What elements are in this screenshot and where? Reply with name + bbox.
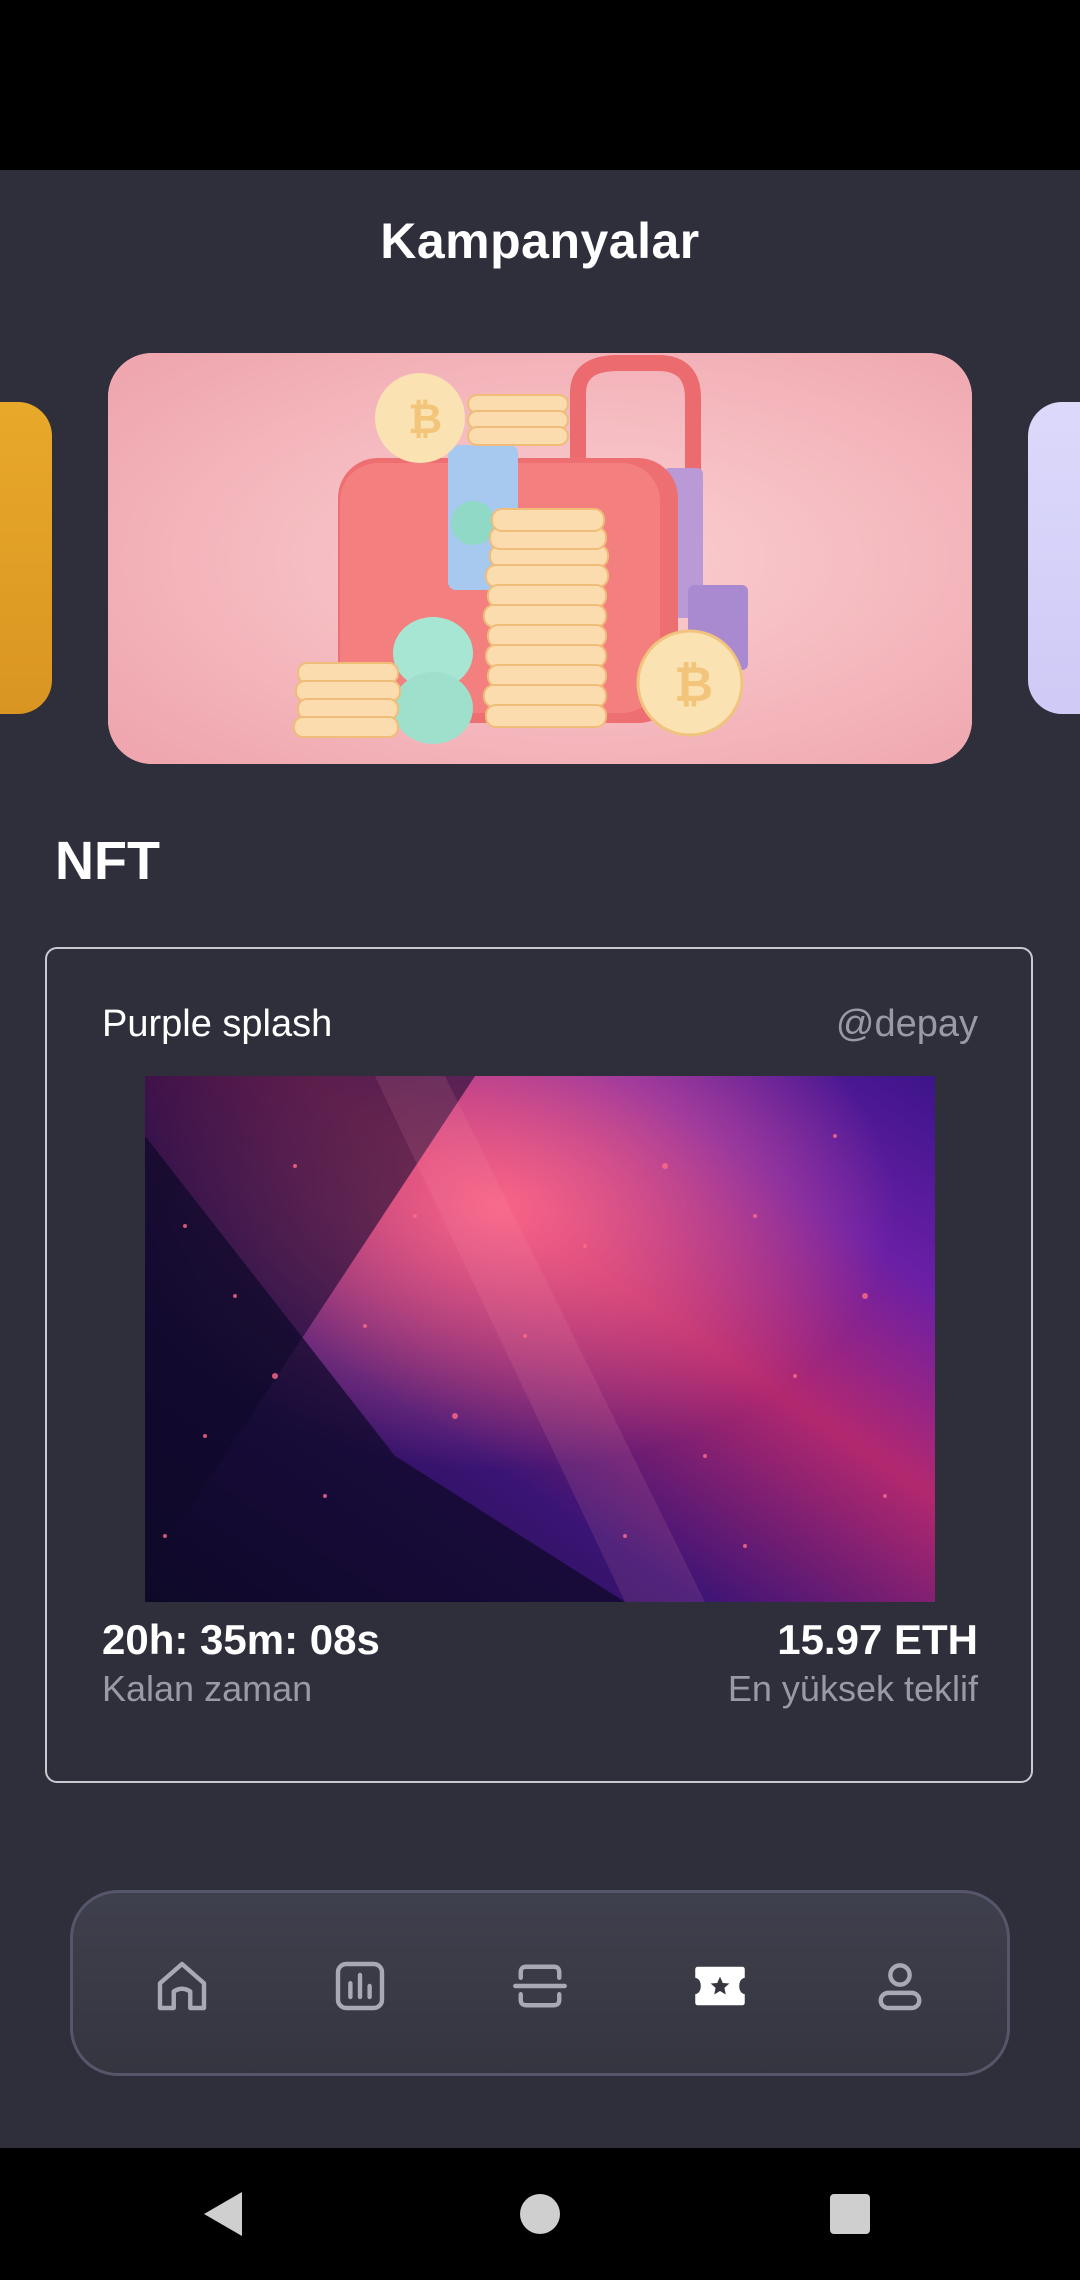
svg-text:₿: ₿: [408, 394, 442, 443]
back-icon[interactable]: [204, 2192, 242, 2236]
carousel-card-next[interactable]: [1028, 402, 1080, 714]
nft-creator-handle[interactable]: @depay: [836, 1003, 978, 1046]
tab-home[interactable]: [146, 1950, 218, 2022]
tab-scan[interactable]: [504, 1950, 576, 2022]
status-bar: [0, 0, 1080, 170]
scan-icon: [513, 1964, 567, 2008]
user-icon: [878, 1963, 922, 2011]
ticket-star-icon: [695, 1966, 745, 2006]
carousel-card-previous[interactable]: [0, 402, 52, 714]
nft-artwork-graphic: [145, 1076, 935, 1602]
nft-section-title: NFT: [55, 831, 160, 891]
home-circle-icon[interactable]: [520, 2194, 560, 2234]
time-remaining-label: Kalan zaman: [102, 1668, 313, 1709]
recent-apps-icon[interactable]: [830, 2194, 870, 2234]
campaign-banner[interactable]: ₿ ₿: [108, 353, 972, 764]
campaign-banner-illustration: ₿ ₿: [108, 353, 972, 764]
page-title: Kampanyalar: [380, 213, 700, 269]
highest-bid-value: 15.97 ETH: [777, 1616, 978, 1663]
tab-statistics[interactable]: [324, 1950, 396, 2022]
svg-text:₿: ₿: [674, 657, 713, 713]
highest-bid-label: En yüksek teklif: [727, 1668, 978, 1709]
time-remaining-value: 20h: 35m: 08s: [102, 1616, 380, 1663]
chart-icon: [335, 1961, 385, 2011]
nft-name: Purple splash: [102, 1003, 333, 1045]
home-icon: [157, 1961, 207, 2011]
tab-campaigns[interactable]: [684, 1950, 756, 2022]
tab-profile[interactable]: [864, 1950, 936, 2022]
nft-artwork-image[interactable]: [145, 1076, 935, 1602]
